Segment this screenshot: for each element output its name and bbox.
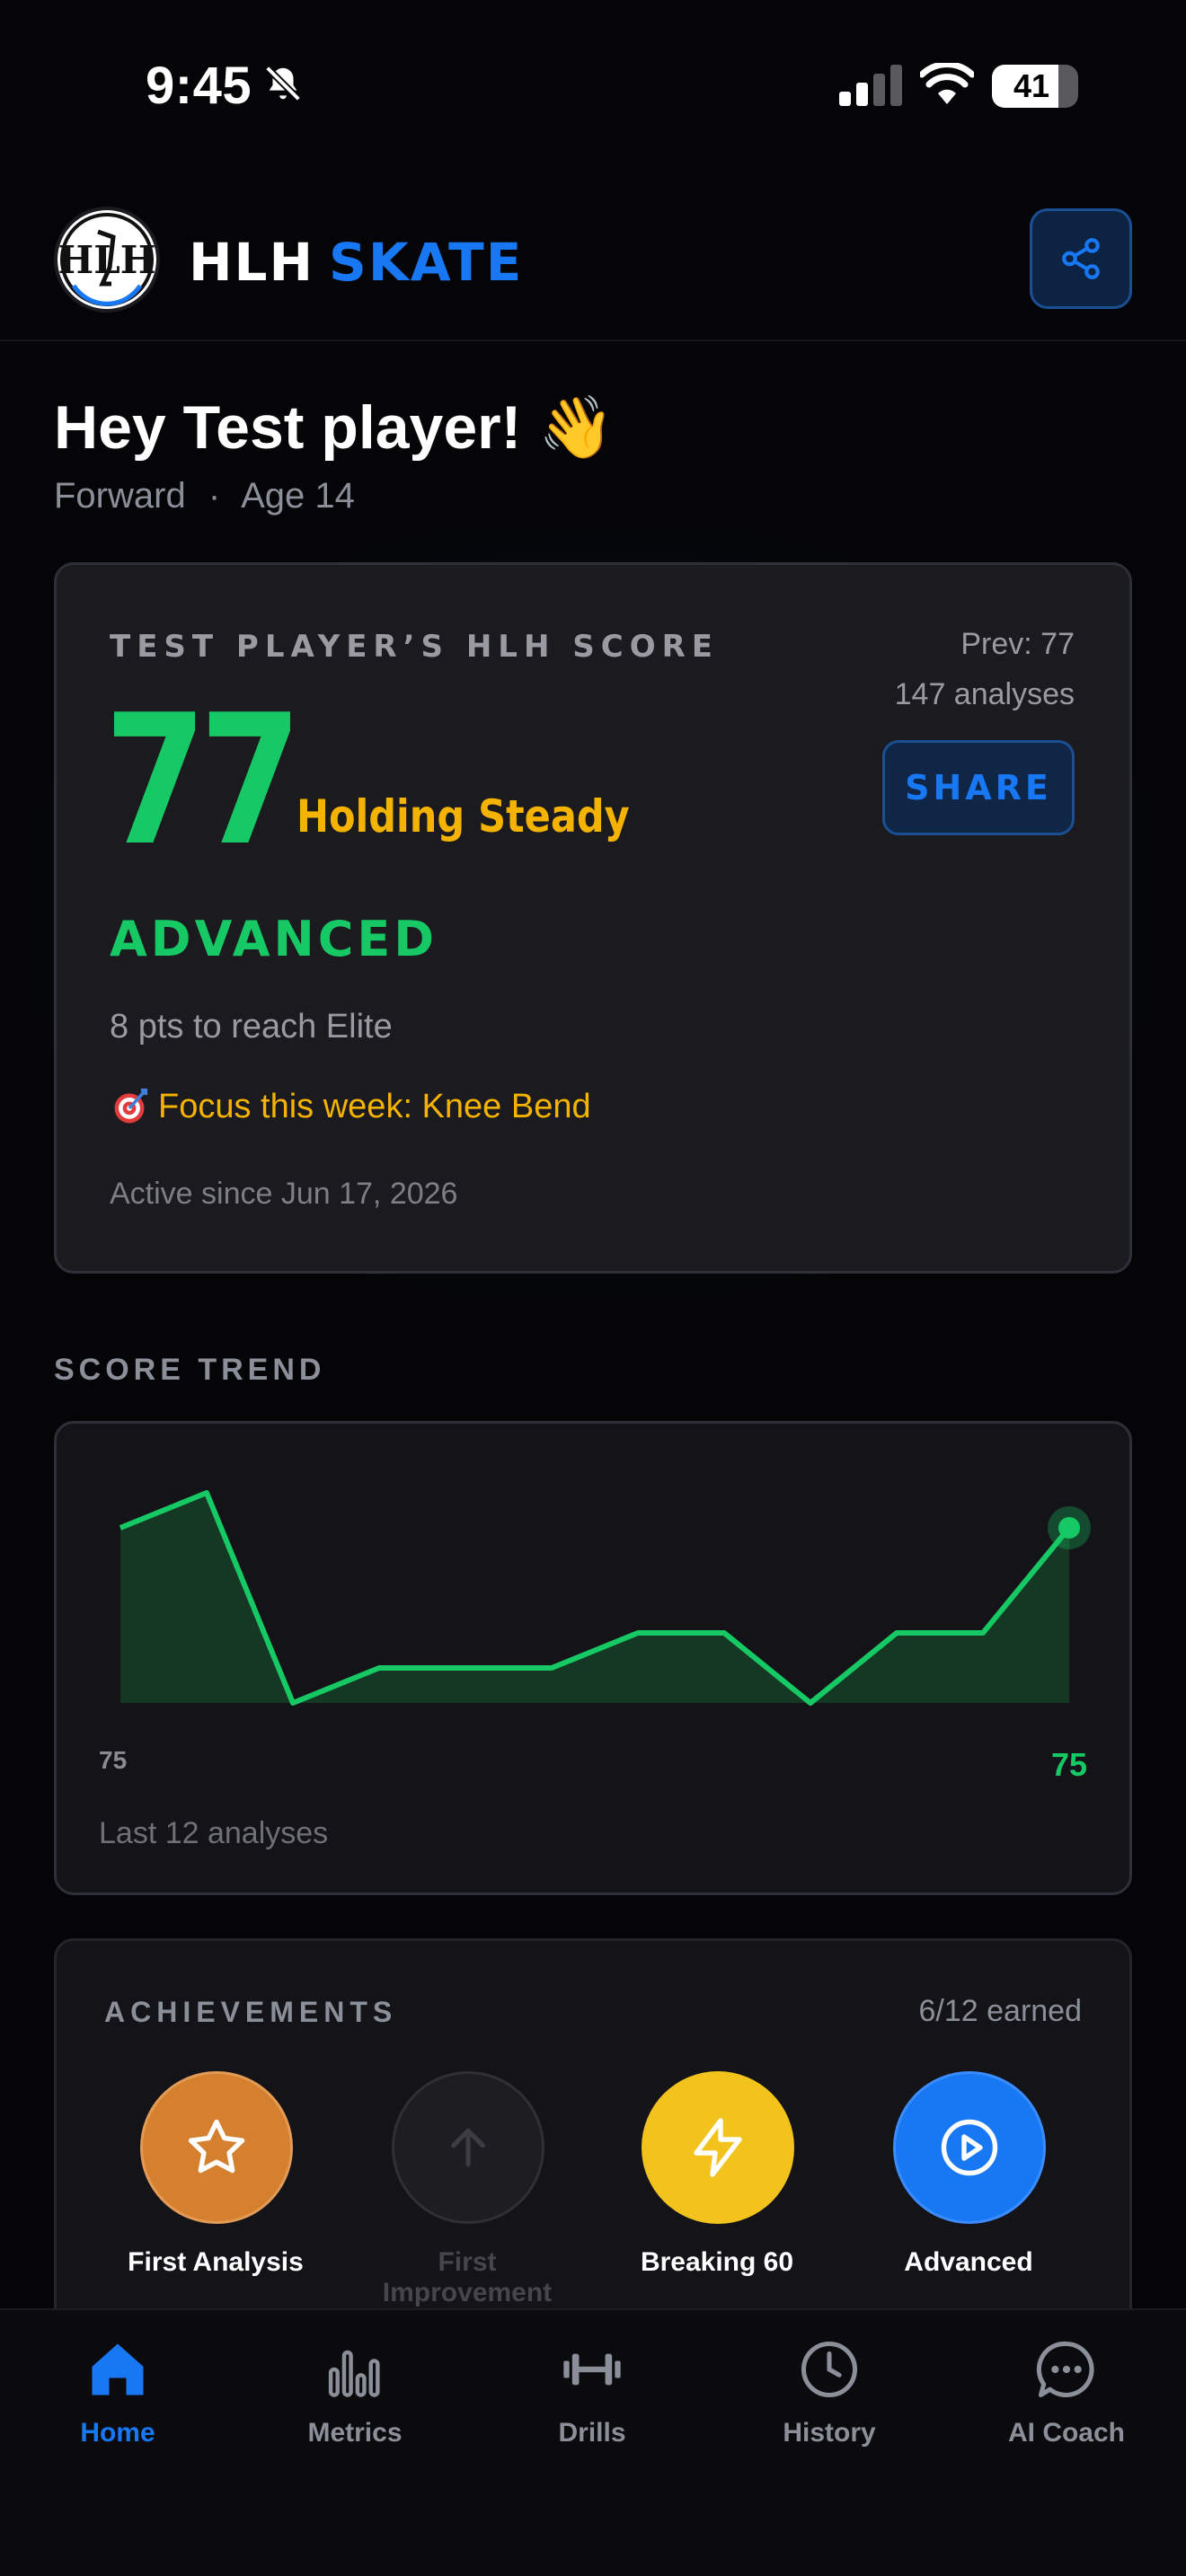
previous-score: Prev: 77	[960, 627, 1075, 661]
achievements-title: ACHIEVEMENTS	[104, 1996, 398, 2028]
achievement-label: First Analysis	[128, 2247, 304, 2277]
trend-point	[723, 1632, 725, 1634]
active-since: Active since Jun 17, 2026	[110, 1177, 458, 1211]
target-icon	[114, 1088, 148, 1124]
points-to-next-tier: 8 pts to reach Elite	[110, 1008, 393, 1045]
app-brand: HLH SKATE	[189, 232, 523, 293]
greeting-title: Hey Test player! 👋	[54, 393, 615, 462]
score-trend-title: SCORE TREND	[54, 1353, 326, 1387]
score-value: 77	[104, 676, 302, 886]
signal-icon	[839, 65, 902, 106]
chat-icon	[1036, 2341, 1094, 2398]
bell-slash-icon	[265, 66, 301, 101]
analyses-count: 147 analyses	[894, 677, 1075, 711]
trend-point	[378, 1667, 380, 1669]
dumbbell-icon	[563, 2353, 621, 2386]
player-position: Forward	[54, 476, 186, 516]
trend-point	[206, 1492, 208, 1494]
nav-label: Drills	[558, 2418, 626, 2448]
battery-level: 41	[1013, 67, 1050, 104]
play-circle-icon	[941, 2119, 998, 2176]
nav-metrics[interactable]: Metrics	[256, 2335, 454, 2448]
home-icon	[92, 2343, 144, 2395]
trend-start-label: 75	[99, 1746, 128, 1774]
nav-drills[interactable]: Drills	[493, 2335, 691, 2448]
trend-point	[465, 1667, 466, 1669]
weekly-focus-text: Focus this week: Knee Bend	[158, 1087, 591, 1125]
bar-chart-icon	[328, 2350, 380, 2397]
achievements-count: 6/12 earned	[918, 1994, 1083, 2028]
status-time: 9:45	[146, 57, 252, 115]
app-logo: HLH	[54, 207, 160, 313]
star-icon	[188, 2119, 245, 2174]
trend-point	[292, 1702, 294, 1704]
trend-area	[120, 1493, 1069, 1703]
achievement-advanced[interactable]	[893, 2071, 1046, 2224]
arrow-up-icon	[451, 2128, 485, 2167]
score-trend-status: Holding Steady	[296, 790, 630, 842]
nav-ai-coach[interactable]: AI Coach	[968, 2335, 1165, 2448]
nav-home[interactable]: Home	[19, 2335, 217, 2448]
achievement-first-analysis[interactable]	[140, 2071, 293, 2224]
header-divider	[0, 340, 1186, 341]
trend-end-label: 75	[1050, 1746, 1087, 1783]
trend-note: Last 12 analyses	[99, 1816, 329, 1850]
trend-point	[551, 1667, 553, 1669]
info-separator: ·	[208, 476, 221, 516]
player-age: Age 14	[241, 476, 355, 516]
nav-label: History	[783, 2418, 876, 2448]
player-info: Forward · Age 14	[54, 476, 355, 516]
achievement-label: First Improvement	[382, 2247, 553, 2307]
trend-point	[1058, 1517, 1080, 1539]
achievement-label: Breaking 60	[640, 2247, 794, 2277]
nav-label: Metrics	[307, 2418, 403, 2448]
battery-icon: 41	[992, 65, 1078, 108]
achievement-label: Advanced	[904, 2247, 1033, 2277]
trend-point	[810, 1702, 811, 1704]
trend-point	[896, 1632, 898, 1634]
trend-point	[637, 1632, 639, 1634]
clock-icon	[801, 2341, 858, 2398]
nav-label: Home	[80, 2418, 155, 2448]
achievement-breaking-60[interactable]	[642, 2071, 794, 2224]
share-icon	[1062, 238, 1100, 279]
nav-history[interactable]: History	[730, 2335, 928, 2448]
weekly-focus: Focus this week: Knee Bend	[110, 1087, 591, 1126]
wifi-icon	[920, 63, 974, 104]
score-tier: ADVANCED	[110, 911, 438, 967]
score-label: TEST PLAYER’S HLH SCORE	[110, 629, 720, 665]
brand-hlh: HLH	[189, 232, 315, 293]
lightning-icon	[694, 2118, 742, 2177]
header-share-button[interactable]	[1030, 208, 1132, 309]
achievement-first-improvement[interactable]	[392, 2071, 544, 2224]
nav-label: AI Coach	[1007, 2418, 1126, 2448]
trend-point	[982, 1632, 984, 1634]
brand-skate: SKATE	[329, 232, 524, 293]
trend-point	[119, 1527, 121, 1529]
score-share-button[interactable]: SHARE	[882, 740, 1075, 835]
